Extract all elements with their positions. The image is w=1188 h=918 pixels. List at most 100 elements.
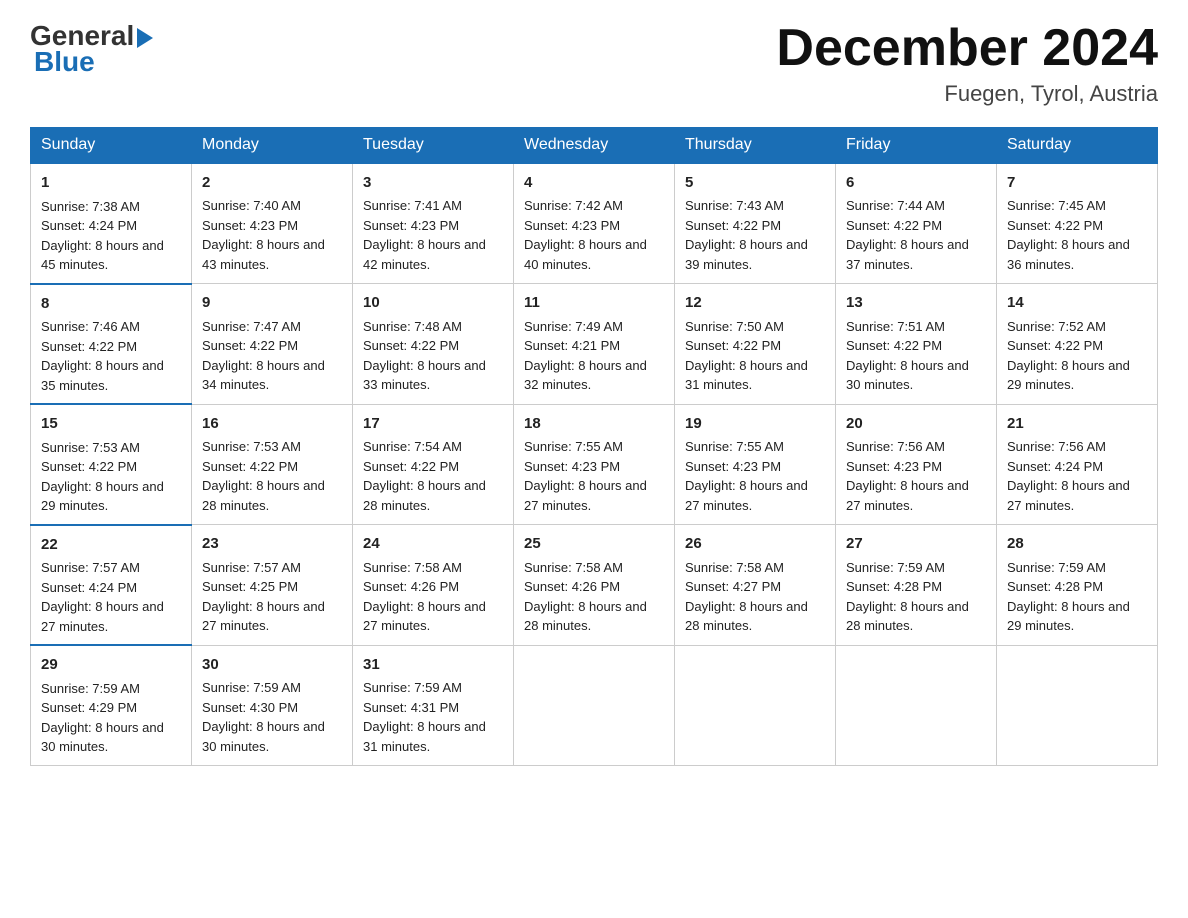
day-number: 24	[363, 533, 503, 556]
daylight-text: Daylight: 8 hours and 28 minutes.	[685, 599, 808, 634]
daylight-text: Daylight: 8 hours and 29 minutes.	[41, 479, 164, 514]
sunrise-text: Sunrise: 7:57 AM	[41, 560, 140, 575]
sunset-text: Sunset: 4:22 PM	[202, 459, 298, 474]
sunrise-text: Sunrise: 7:59 AM	[1007, 560, 1106, 575]
sunset-text: Sunset: 4:30 PM	[202, 700, 298, 715]
day-number: 28	[1007, 533, 1147, 556]
day-number: 7	[1007, 172, 1147, 195]
daylight-text: Daylight: 8 hours and 30 minutes.	[202, 719, 325, 754]
sunset-text: Sunset: 4:28 PM	[846, 579, 942, 594]
sunset-text: Sunset: 4:23 PM	[524, 459, 620, 474]
table-row: 31 Sunrise: 7:59 AM Sunset: 4:31 PM Dayl…	[353, 645, 514, 765]
table-row	[997, 645, 1158, 765]
table-row: 18 Sunrise: 7:55 AM Sunset: 4:23 PM Dayl…	[514, 404, 675, 525]
sunrise-text: Sunrise: 7:54 AM	[363, 439, 462, 454]
calendar-week-row: 1 Sunrise: 7:38 AM Sunset: 4:24 PM Dayli…	[31, 163, 1158, 284]
day-number: 4	[524, 172, 664, 195]
calendar-week-row: 8 Sunrise: 7:46 AM Sunset: 4:22 PM Dayli…	[31, 284, 1158, 405]
day-number: 20	[846, 413, 986, 436]
sunset-text: Sunset: 4:22 PM	[1007, 218, 1103, 233]
table-row: 15 Sunrise: 7:53 AM Sunset: 4:22 PM Dayl…	[31, 404, 192, 525]
table-row: 2 Sunrise: 7:40 AM Sunset: 4:23 PM Dayli…	[192, 163, 353, 284]
day-number: 30	[202, 654, 342, 677]
sunset-text: Sunset: 4:24 PM	[1007, 459, 1103, 474]
table-row: 4 Sunrise: 7:42 AM Sunset: 4:23 PM Dayli…	[514, 163, 675, 284]
logo-arrow-icon	[137, 28, 153, 48]
sunrise-text: Sunrise: 7:59 AM	[202, 680, 301, 695]
table-row: 29 Sunrise: 7:59 AM Sunset: 4:29 PM Dayl…	[31, 645, 192, 765]
daylight-text: Daylight: 8 hours and 27 minutes.	[41, 599, 164, 634]
daylight-text: Daylight: 8 hours and 28 minutes.	[363, 478, 486, 513]
header-wednesday: Wednesday	[514, 128, 675, 164]
day-number: 11	[524, 292, 664, 315]
table-row	[836, 645, 997, 765]
daylight-text: Daylight: 8 hours and 40 minutes.	[524, 237, 647, 272]
sunrise-text: Sunrise: 7:38 AM	[41, 199, 140, 214]
table-row	[514, 645, 675, 765]
sunset-text: Sunset: 4:22 PM	[846, 218, 942, 233]
header-tuesday: Tuesday	[353, 128, 514, 164]
sunrise-text: Sunrise: 7:58 AM	[685, 560, 784, 575]
calendar-week-row: 22 Sunrise: 7:57 AM Sunset: 4:24 PM Dayl…	[31, 525, 1158, 646]
sunrise-text: Sunrise: 7:56 AM	[846, 439, 945, 454]
daylight-text: Daylight: 8 hours and 35 minutes.	[41, 358, 164, 393]
sunrise-text: Sunrise: 7:51 AM	[846, 319, 945, 334]
daylight-text: Daylight: 8 hours and 36 minutes.	[1007, 237, 1130, 272]
sunrise-text: Sunrise: 7:59 AM	[846, 560, 945, 575]
daylight-text: Daylight: 8 hours and 42 minutes.	[363, 237, 486, 272]
sunrise-text: Sunrise: 7:45 AM	[1007, 198, 1106, 213]
day-number: 18	[524, 413, 664, 436]
sunrise-text: Sunrise: 7:59 AM	[363, 680, 462, 695]
sunset-text: Sunset: 4:25 PM	[202, 579, 298, 594]
daylight-text: Daylight: 8 hours and 39 minutes.	[685, 237, 808, 272]
daylight-text: Daylight: 8 hours and 27 minutes.	[524, 478, 647, 513]
day-number: 15	[41, 413, 181, 436]
day-number: 1	[41, 172, 181, 195]
day-number: 17	[363, 413, 503, 436]
daylight-text: Daylight: 8 hours and 29 minutes.	[1007, 599, 1130, 634]
table-row: 24 Sunrise: 7:58 AM Sunset: 4:26 PM Dayl…	[353, 525, 514, 646]
daylight-text: Daylight: 8 hours and 28 minutes.	[524, 599, 647, 634]
calendar-week-row: 15 Sunrise: 7:53 AM Sunset: 4:22 PM Dayl…	[31, 404, 1158, 525]
day-number: 13	[846, 292, 986, 315]
daylight-text: Daylight: 8 hours and 45 minutes.	[41, 238, 164, 273]
sunset-text: Sunset: 4:31 PM	[363, 700, 459, 715]
day-number: 8	[41, 293, 181, 316]
sunset-text: Sunset: 4:22 PM	[202, 338, 298, 353]
day-number: 10	[363, 292, 503, 315]
table-row: 23 Sunrise: 7:57 AM Sunset: 4:25 PM Dayl…	[192, 525, 353, 646]
day-number: 6	[846, 172, 986, 195]
table-row: 3 Sunrise: 7:41 AM Sunset: 4:23 PM Dayli…	[353, 163, 514, 284]
sunset-text: Sunset: 4:23 PM	[524, 218, 620, 233]
calendar-header-row: Sunday Monday Tuesday Wednesday Thursday…	[31, 128, 1158, 164]
daylight-text: Daylight: 8 hours and 34 minutes.	[202, 358, 325, 393]
daylight-text: Daylight: 8 hours and 28 minutes.	[202, 478, 325, 513]
daylight-text: Daylight: 8 hours and 30 minutes.	[846, 358, 969, 393]
table-row: 5 Sunrise: 7:43 AM Sunset: 4:22 PM Dayli…	[675, 163, 836, 284]
table-row: 1 Sunrise: 7:38 AM Sunset: 4:24 PM Dayli…	[31, 163, 192, 284]
sunset-text: Sunset: 4:26 PM	[363, 579, 459, 594]
table-row: 19 Sunrise: 7:55 AM Sunset: 4:23 PM Dayl…	[675, 404, 836, 525]
sunrise-text: Sunrise: 7:55 AM	[685, 439, 784, 454]
table-row: 21 Sunrise: 7:56 AM Sunset: 4:24 PM Dayl…	[997, 404, 1158, 525]
sunrise-text: Sunrise: 7:48 AM	[363, 319, 462, 334]
title-block: December 2024 Fuegen, Tyrol, Austria	[776, 20, 1158, 107]
sunrise-text: Sunrise: 7:47 AM	[202, 319, 301, 334]
sunset-text: Sunset: 4:22 PM	[846, 338, 942, 353]
table-row: 25 Sunrise: 7:58 AM Sunset: 4:26 PM Dayl…	[514, 525, 675, 646]
day-number: 25	[524, 533, 664, 556]
table-row: 12 Sunrise: 7:50 AM Sunset: 4:22 PM Dayl…	[675, 284, 836, 405]
day-number: 3	[363, 172, 503, 195]
daylight-text: Daylight: 8 hours and 30 minutes.	[41, 720, 164, 755]
sunrise-text: Sunrise: 7:46 AM	[41, 319, 140, 334]
day-number: 31	[363, 654, 503, 677]
sunset-text: Sunset: 4:22 PM	[41, 339, 137, 354]
sunrise-text: Sunrise: 7:40 AM	[202, 198, 301, 213]
sunset-text: Sunset: 4:27 PM	[685, 579, 781, 594]
sunrise-text: Sunrise: 7:49 AM	[524, 319, 623, 334]
day-number: 23	[202, 533, 342, 556]
day-number: 29	[41, 654, 181, 677]
day-number: 27	[846, 533, 986, 556]
daylight-text: Daylight: 8 hours and 32 minutes.	[524, 358, 647, 393]
sunrise-text: Sunrise: 7:53 AM	[41, 440, 140, 455]
